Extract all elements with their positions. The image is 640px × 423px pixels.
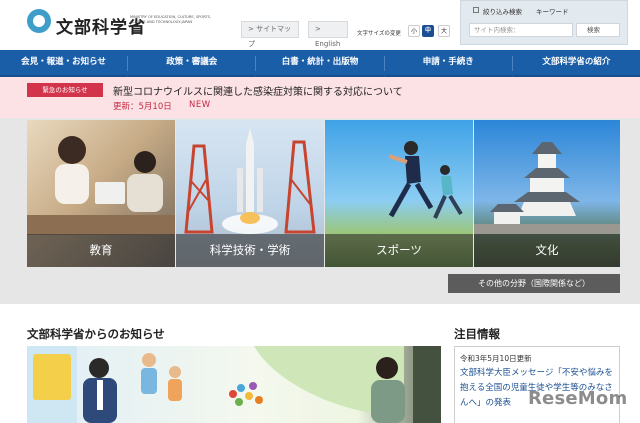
mext-emblem-icon: [27, 9, 51, 33]
resemom-watermark: ReseMom: [528, 388, 628, 409]
emergency-badge: 緊急のお知らせ: [27, 83, 103, 97]
nav-item-publications[interactable]: 白書・統計・出版物: [256, 50, 384, 77]
sitemap-link[interactable]: > サイトマップ: [241, 21, 299, 48]
font-size-small-button[interactable]: 小: [408, 25, 420, 37]
category-label-education: 教育: [27, 234, 175, 267]
category-label-culture: 文化: [474, 234, 620, 267]
filter-icon: [473, 7, 479, 13]
nav-item-press[interactable]: 会見・報道・お知らせ: [0, 50, 128, 77]
news-section-title: 文部科学省からのお知らせ: [27, 327, 165, 341]
english-link[interactable]: > English: [308, 21, 348, 48]
site-logo[interactable]: 文部科学省 MINISTRY OF EDUCATION, CULTURE, SP…: [27, 9, 211, 41]
other-fields-button[interactable]: その他の分野（国際関係など）: [448, 274, 620, 293]
global-nav: 会見・報道・お知らせ 政策・審議会 白書・統計・出版物 申請・手続き 文部科学省…: [0, 50, 640, 77]
emergency-notice: 緊急のお知らせ 新型コロナウイルスに関連した感染症対策に関する対応について 更新…: [0, 77, 640, 118]
category-tile-education[interactable]: 教育: [27, 120, 175, 267]
category-label-sports: スポーツ: [325, 234, 473, 267]
emergency-link[interactable]: 新型コロナウイルスに関連した感染症対策に関する対応について: [113, 83, 403, 98]
search-panel: 絞り込み検索 キーワード 検索: [460, 0, 628, 45]
featured-section-title: 注目情報: [454, 327, 500, 341]
emergency-updated: 更新：5月10日: [113, 102, 172, 112]
font-size-label: 文字サイズの変更: [357, 31, 401, 37]
keyword-tab[interactable]: キーワード: [536, 6, 569, 16]
category-label-science: 科学技術・学術: [176, 234, 324, 267]
site-header: 文部科学省 MINISTRY OF EDUCATION, CULTURE, SP…: [0, 0, 640, 50]
filter-search-tab[interactable]: 絞り込み検索: [483, 6, 522, 16]
category-tile-science[interactable]: 科学技術・学術: [176, 120, 324, 267]
category-tile-culture[interactable]: 文化: [474, 120, 620, 267]
nav-item-procedures[interactable]: 申請・手続き: [384, 50, 512, 77]
featured-card: 令和3年5月10日更新 文部科学大臣メッセージ「不安や悩みを抱える全国の児童生徒…: [454, 346, 620, 423]
font-size-large-button[interactable]: 大: [438, 25, 450, 37]
nav-item-policy[interactable]: 政策・審議会: [128, 50, 256, 77]
category-tile-sports[interactable]: スポーツ: [325, 120, 473, 267]
news-illustration: [27, 346, 441, 423]
font-size-medium-button[interactable]: 中: [422, 25, 434, 37]
search-button[interactable]: 検索: [576, 23, 620, 37]
nav-item-about[interactable]: 文部科学省の紹介: [512, 50, 640, 77]
logo-english-name: MINISTRY OF EDUCATION, CULTURE, SPORTS, …: [130, 15, 212, 24]
category-hero: 教育 科学技術・学術 スポーツ 文化 その他の分野（国際関係など）: [0, 118, 640, 304]
news-banner-image[interactable]: [27, 346, 441, 423]
new-badge: NEW: [189, 100, 211, 110]
featured-date: 令和3年5月10日更新: [460, 354, 532, 363]
site-search-input[interactable]: [469, 23, 573, 37]
